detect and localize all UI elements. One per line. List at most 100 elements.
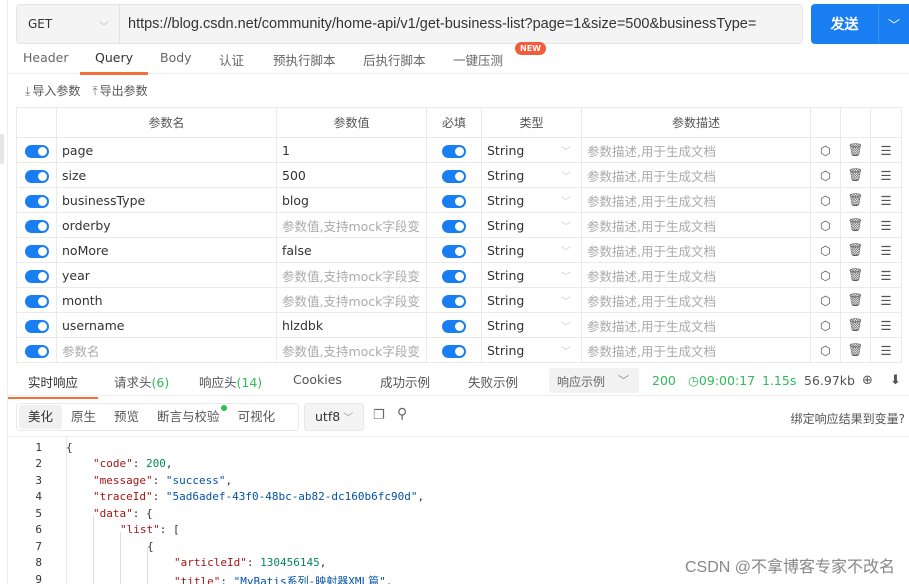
- param-value-input[interactable]: hlzdbk: [276, 312, 427, 338]
- mock-icon[interactable]: ⬡: [810, 287, 841, 313]
- param-description-input[interactable]: 参数描述,用于生成文档: [581, 162, 811, 188]
- drag-handle-icon[interactable]: ☰: [870, 262, 902, 288]
- param-value-input[interactable]: 1: [276, 137, 427, 163]
- param-type-select[interactable]: String ﹀: [481, 287, 582, 313]
- tab-post-script[interactable]: 后执行脚本: [363, 50, 426, 74]
- param-value-input[interactable]: 参数值,支持mock字段变: [276, 287, 427, 313]
- param-name-input[interactable]: 参数名: [56, 337, 277, 363]
- left-panel-handle[interactable]: [0, 134, 4, 164]
- param-value-input[interactable]: 参数值,支持mock字段变: [276, 337, 427, 363]
- mock-icon[interactable]: ⬡: [810, 137, 841, 163]
- tab-auth[interactable]: 认证: [219, 50, 244, 74]
- view-beautify[interactable]: 美化: [19, 405, 63, 429]
- download-icon[interactable]: ⬇: [890, 373, 901, 388]
- view-raw[interactable]: 原生: [62, 405, 105, 429]
- param-enable-toggle[interactable]: [24, 319, 49, 333]
- mock-icon[interactable]: ⬡: [810, 337, 841, 363]
- response-example-select[interactable]: 响应示例 ﹀: [549, 368, 639, 393]
- mock-icon[interactable]: ⬡: [810, 187, 841, 213]
- encoding-select[interactable]: utf8 ﹀: [304, 403, 364, 431]
- param-name-input[interactable]: username: [56, 312, 277, 338]
- param-type-select[interactable]: String ﹀: [481, 212, 582, 238]
- param-required-toggle[interactable]: [442, 144, 466, 158]
- param-required-toggle[interactable]: [442, 269, 466, 283]
- tab-pre-script[interactable]: 预执行脚本: [273, 50, 336, 74]
- url-input[interactable]: https://blog.csdn.net/community/home-api…: [120, 16, 802, 32]
- param-required-toggle[interactable]: [442, 219, 466, 233]
- mock-icon[interactable]: ⬡: [810, 312, 841, 338]
- tab-realtime-response[interactable]: 实时响应: [7, 372, 99, 399]
- mock-icon[interactable]: ⬡: [810, 212, 841, 238]
- method-select[interactable]: GET ﹀: [17, 5, 120, 43]
- param-enable-toggle[interactable]: [24, 269, 49, 283]
- mock-icon[interactable]: ⬡: [810, 237, 841, 263]
- param-type-select[interactable]: String ﹀: [481, 237, 582, 263]
- param-type-select[interactable]: String ﹀: [481, 162, 582, 188]
- param-enable-toggle[interactable]: [24, 294, 49, 308]
- tab-response-headers[interactable]: 响应头(14): [199, 372, 262, 391]
- tab-header[interactable]: Header: [23, 50, 69, 74]
- param-description-input[interactable]: 参数描述,用于生成文档: [581, 212, 811, 238]
- view-preview[interactable]: 预览: [105, 405, 148, 429]
- tab-success-example[interactable]: 成功示例: [380, 372, 430, 391]
- param-value-input[interactable]: blog: [276, 187, 427, 213]
- trash-icon[interactable]: 🗑: [840, 237, 871, 263]
- view-visualize[interactable]: 可视化: [229, 405, 285, 429]
- param-enable-toggle[interactable]: [24, 344, 49, 358]
- param-required-toggle[interactable]: [442, 244, 466, 258]
- param-enable-toggle[interactable]: [24, 144, 49, 158]
- param-value-input[interactable]: false: [276, 237, 427, 263]
- tab-fail-example[interactable]: 失败示例: [468, 372, 518, 391]
- drag-handle-icon[interactable]: ☰: [870, 237, 902, 263]
- trash-icon[interactable]: 🗑: [840, 187, 871, 213]
- copy-icon[interactable]: ❐: [373, 408, 385, 423]
- tab-query[interactable]: Query: [80, 50, 148, 75]
- param-name-input[interactable]: noMore: [56, 237, 277, 263]
- param-description-input[interactable]: 参数描述,用于生成文档: [581, 237, 811, 263]
- param-description-input[interactable]: 参数描述,用于生成文档: [581, 287, 811, 313]
- param-enable-toggle[interactable]: [24, 194, 49, 208]
- trash-icon[interactable]: 🗑: [840, 287, 871, 313]
- trash-icon[interactable]: 🗑: [840, 312, 871, 338]
- drag-handle-icon[interactable]: ☰: [870, 187, 902, 213]
- param-enable-toggle[interactable]: [24, 169, 49, 183]
- mock-icon[interactable]: ⬡: [810, 162, 841, 188]
- view-assertions[interactable]: 断言与校验: [148, 405, 229, 429]
- param-description-input[interactable]: 参数描述,用于生成文档: [581, 187, 811, 213]
- param-type-select[interactable]: String ﹀: [481, 262, 582, 288]
- param-name-input[interactable]: orderby: [56, 212, 277, 238]
- drag-handle-icon[interactable]: ☰: [870, 337, 902, 363]
- param-name-input[interactable]: businessType: [56, 187, 277, 213]
- trash-icon[interactable]: 🗑: [840, 337, 871, 363]
- param-required-toggle[interactable]: [442, 344, 466, 358]
- param-description-input[interactable]: 参数描述,用于生成文档: [581, 137, 811, 163]
- param-name-input[interactable]: page: [56, 137, 277, 163]
- param-value-input[interactable]: 参数值,支持mock字段变: [276, 212, 427, 238]
- bind-response-link[interactable]: 绑定响应结果到变量?: [791, 410, 905, 427]
- param-description-input[interactable]: 参数描述,用于生成文档: [581, 337, 811, 363]
- param-description-input[interactable]: 参数描述,用于生成文档: [581, 262, 811, 288]
- import-params-button[interactable]: ⤓ 导入参数: [25, 82, 80, 99]
- drag-handle-icon[interactable]: ☰: [870, 162, 902, 188]
- export-params-button[interactable]: ⤒ 导出参数: [92, 82, 147, 99]
- tab-body[interactable]: Body: [160, 50, 192, 74]
- drag-handle-icon[interactable]: ☰: [870, 137, 902, 163]
- drag-handle-icon[interactable]: ☰: [870, 212, 902, 238]
- param-type-select[interactable]: String ﹀: [481, 312, 582, 338]
- param-enable-toggle[interactable]: [24, 219, 49, 233]
- trash-icon[interactable]: 🗑: [840, 212, 871, 238]
- send-options-dropdown[interactable]: ﹀: [879, 4, 909, 44]
- param-required-toggle[interactable]: [442, 319, 466, 333]
- param-type-select[interactable]: String ﹀: [481, 337, 582, 363]
- send-button[interactable]: 发送: [811, 4, 879, 44]
- trash-icon[interactable]: 🗑: [840, 262, 871, 288]
- param-value-input[interactable]: 500: [276, 162, 427, 188]
- trash-icon[interactable]: 🗑: [840, 162, 871, 188]
- drag-handle-icon[interactable]: ☰: [870, 312, 902, 338]
- drag-handle-icon[interactable]: ☰: [870, 287, 902, 313]
- param-enable-toggle[interactable]: [24, 244, 49, 258]
- param-value-input[interactable]: 参数值,支持mock字段变: [276, 262, 427, 288]
- param-name-input[interactable]: month: [56, 287, 277, 313]
- tab-stress-test[interactable]: 一键压测: [453, 50, 503, 74]
- param-required-toggle[interactable]: [442, 169, 466, 183]
